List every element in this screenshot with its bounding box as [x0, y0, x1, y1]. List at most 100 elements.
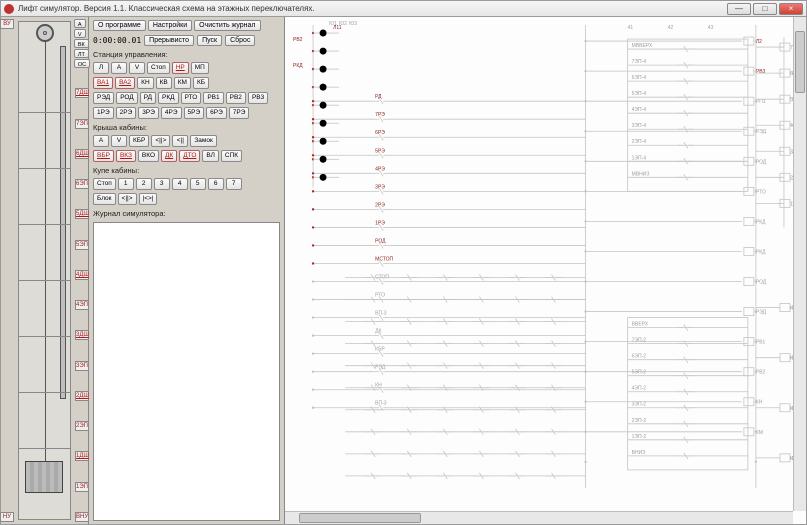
minimize-button[interactable]: — — [727, 3, 751, 15]
panel-button[interactable]: V — [111, 135, 127, 147]
shaft-label[interactable]: 1ДШ — [75, 451, 89, 461]
shaft-label[interactable]: 2ДШ — [75, 391, 89, 401]
svg-text:5ЭП-2: 5ЭП-2 — [632, 370, 647, 376]
panel-button[interactable]: |<>| — [139, 193, 158, 205]
svg-text:ВВЕРХ: ВВЕРХ — [632, 322, 649, 328]
panel-button[interactable]: 7 — [226, 178, 242, 190]
maximize-button[interactable]: □ — [753, 3, 777, 15]
panel-button[interactable]: 2РЭ — [116, 107, 137, 119]
simulator-log[interactable] — [93, 222, 280, 521]
panel-button[interactable]: 6 — [208, 178, 224, 190]
shaft-label[interactable]: 3ЭП — [75, 361, 89, 371]
shaft-label[interactable]: 4ЭП — [75, 300, 89, 310]
shaft-label[interactable]: ВНУ — [75, 512, 89, 522]
panel-button[interactable]: РВ1 — [203, 92, 223, 104]
svg-text:РТО: РТО — [375, 293, 385, 299]
panel-button[interactable]: 3РЭ — [138, 107, 159, 119]
shaft-label[interactable]: 5ДШ — [75, 209, 89, 219]
panel-button[interactable]: 3 — [154, 178, 170, 190]
panel-button[interactable]: КН — [137, 77, 153, 89]
clear-log-button[interactable]: Очистить журнал — [194, 20, 260, 31]
panel-button[interactable]: КБР — [129, 135, 149, 147]
panel-button[interactable]: 4 — [172, 178, 188, 190]
panel-button[interactable]: ДК — [161, 150, 177, 162]
station-row-1: ЛАVСтопНРМП — [93, 62, 280, 74]
panel-button[interactable]: КБ — [193, 77, 209, 89]
panel-button[interactable]: А — [111, 62, 127, 74]
panel-button[interactable]: Стоп — [147, 62, 170, 74]
svg-text:Л2: Л2 — [756, 39, 762, 45]
panel-button[interactable]: РОД — [116, 92, 138, 104]
reset-button[interactable]: Сброс — [225, 35, 255, 46]
panel-button[interactable]: Л — [93, 62, 109, 74]
shaft-left-labels: ВУНУ — [2, 19, 12, 522]
panel-button[interactable]: 1 — [118, 178, 134, 190]
shaft-label[interactable]: 5ЭП — [75, 240, 89, 250]
panel-button[interactable]: V — [129, 62, 145, 74]
start-button[interactable]: Пуск — [197, 35, 222, 46]
panel-button[interactable]: ВБР — [93, 150, 114, 162]
panel-button[interactable]: КВ — [156, 77, 172, 89]
panel-button[interactable]: <||> — [118, 193, 137, 205]
panel-button[interactable]: СПК — [221, 150, 242, 162]
panel-button[interactable]: РКД — [158, 92, 179, 104]
panel-button[interactable]: КМ — [174, 77, 191, 89]
cabin-row-1: Стоп1234567 — [93, 178, 280, 190]
shaft-label[interactable]: 1ЭП — [75, 482, 89, 492]
settings-button[interactable]: Настройки — [148, 20, 192, 31]
shaft-label[interactable]: 6ЭП — [75, 179, 89, 189]
shaft-label[interactable]: 2ЭП — [75, 421, 89, 431]
panel-button[interactable]: ВА1 — [93, 77, 113, 89]
panel-button[interactable]: ОС — [74, 59, 90, 68]
timer-row: 0:00:00.01 Прерывисто Пуск Сброс — [93, 35, 280, 46]
shaft-label[interactable]: 7ЭП — [75, 119, 89, 129]
svg-text:43: 43 — [708, 25, 714, 31]
panel-button[interactable]: 7РЭ — [229, 107, 250, 119]
window-buttons: — □ × — [727, 3, 803, 15]
step-button[interactable]: Прерывисто — [144, 35, 194, 46]
panel-button[interactable]: РТО — [181, 92, 202, 104]
panel-button[interactable]: 5РЭ — [184, 107, 205, 119]
shaft-label[interactable]: 4ДШ — [75, 270, 89, 280]
panel-button[interactable]: А — [93, 135, 109, 147]
panel-button[interactable]: МП — [191, 62, 209, 74]
panel-button[interactable]: РВ3 — [248, 92, 268, 104]
about-button[interactable]: О программе — [93, 20, 146, 31]
app-icon — [4, 4, 14, 14]
panel-button[interactable]: 2 — [136, 178, 152, 190]
panel-button[interactable]: 1РЭ — [93, 107, 114, 119]
svg-text:41: 41 — [628, 25, 634, 31]
panel-button[interactable]: ЛТ — [74, 49, 89, 58]
panel-button[interactable]: ВК — [74, 39, 89, 48]
panel-button[interactable]: <|| — [172, 135, 188, 147]
close-button[interactable]: × — [779, 3, 803, 15]
scrollbar-horizontal[interactable] — [285, 511, 793, 524]
panel-button[interactable]: Блок — [93, 193, 116, 205]
panel-button[interactable]: ВКО — [138, 150, 159, 162]
panel-button[interactable]: <||> — [151, 135, 170, 147]
scrollbar-vertical[interactable] — [793, 17, 806, 511]
panel-button[interactable]: ВКЗ — [116, 150, 136, 162]
shaft-label[interactable]: 7ДШ — [75, 88, 89, 98]
panel-button[interactable]: ДТО — [179, 150, 200, 162]
panel-button[interactable]: РД — [140, 92, 156, 104]
panel-button[interactable]: 5 — [190, 178, 206, 190]
panel-button[interactable]: 4РЭ — [161, 107, 182, 119]
panel-button[interactable]: РВ2 — [226, 92, 246, 104]
shaft-label[interactable]: 6ДШ — [75, 149, 89, 159]
panel-button[interactable]: V — [74, 29, 86, 38]
svg-text:ВП-3: ВП-3 — [375, 311, 387, 317]
panel-button[interactable]: ВЛ — [202, 150, 219, 162]
panel-button[interactable]: А — [74, 19, 86, 28]
svg-text:КБР: КБР — [375, 347, 385, 353]
panel-button[interactable]: 6РЭ — [206, 107, 227, 119]
panel-button[interactable]: НР — [172, 62, 189, 74]
schematic-panel[interactable]: РВ2РКДЛ11Ю1Ю2Ю3Л2РВ3РП1РЭДРОДРТОРКДРКДРО… — [285, 17, 806, 524]
station-row-3: РЭДРОДРДРКДРТОРВ1РВ2РВ3 — [93, 92, 280, 104]
svg-text:РВ1: РВ1 — [756, 340, 766, 346]
panel-button[interactable]: ВА2 — [115, 77, 135, 89]
panel-button[interactable]: Стоп — [93, 178, 116, 190]
panel-button[interactable]: РЭД — [93, 92, 114, 104]
panel-button[interactable]: Замок — [190, 135, 216, 147]
shaft-label[interactable]: 3ДШ — [75, 330, 89, 340]
